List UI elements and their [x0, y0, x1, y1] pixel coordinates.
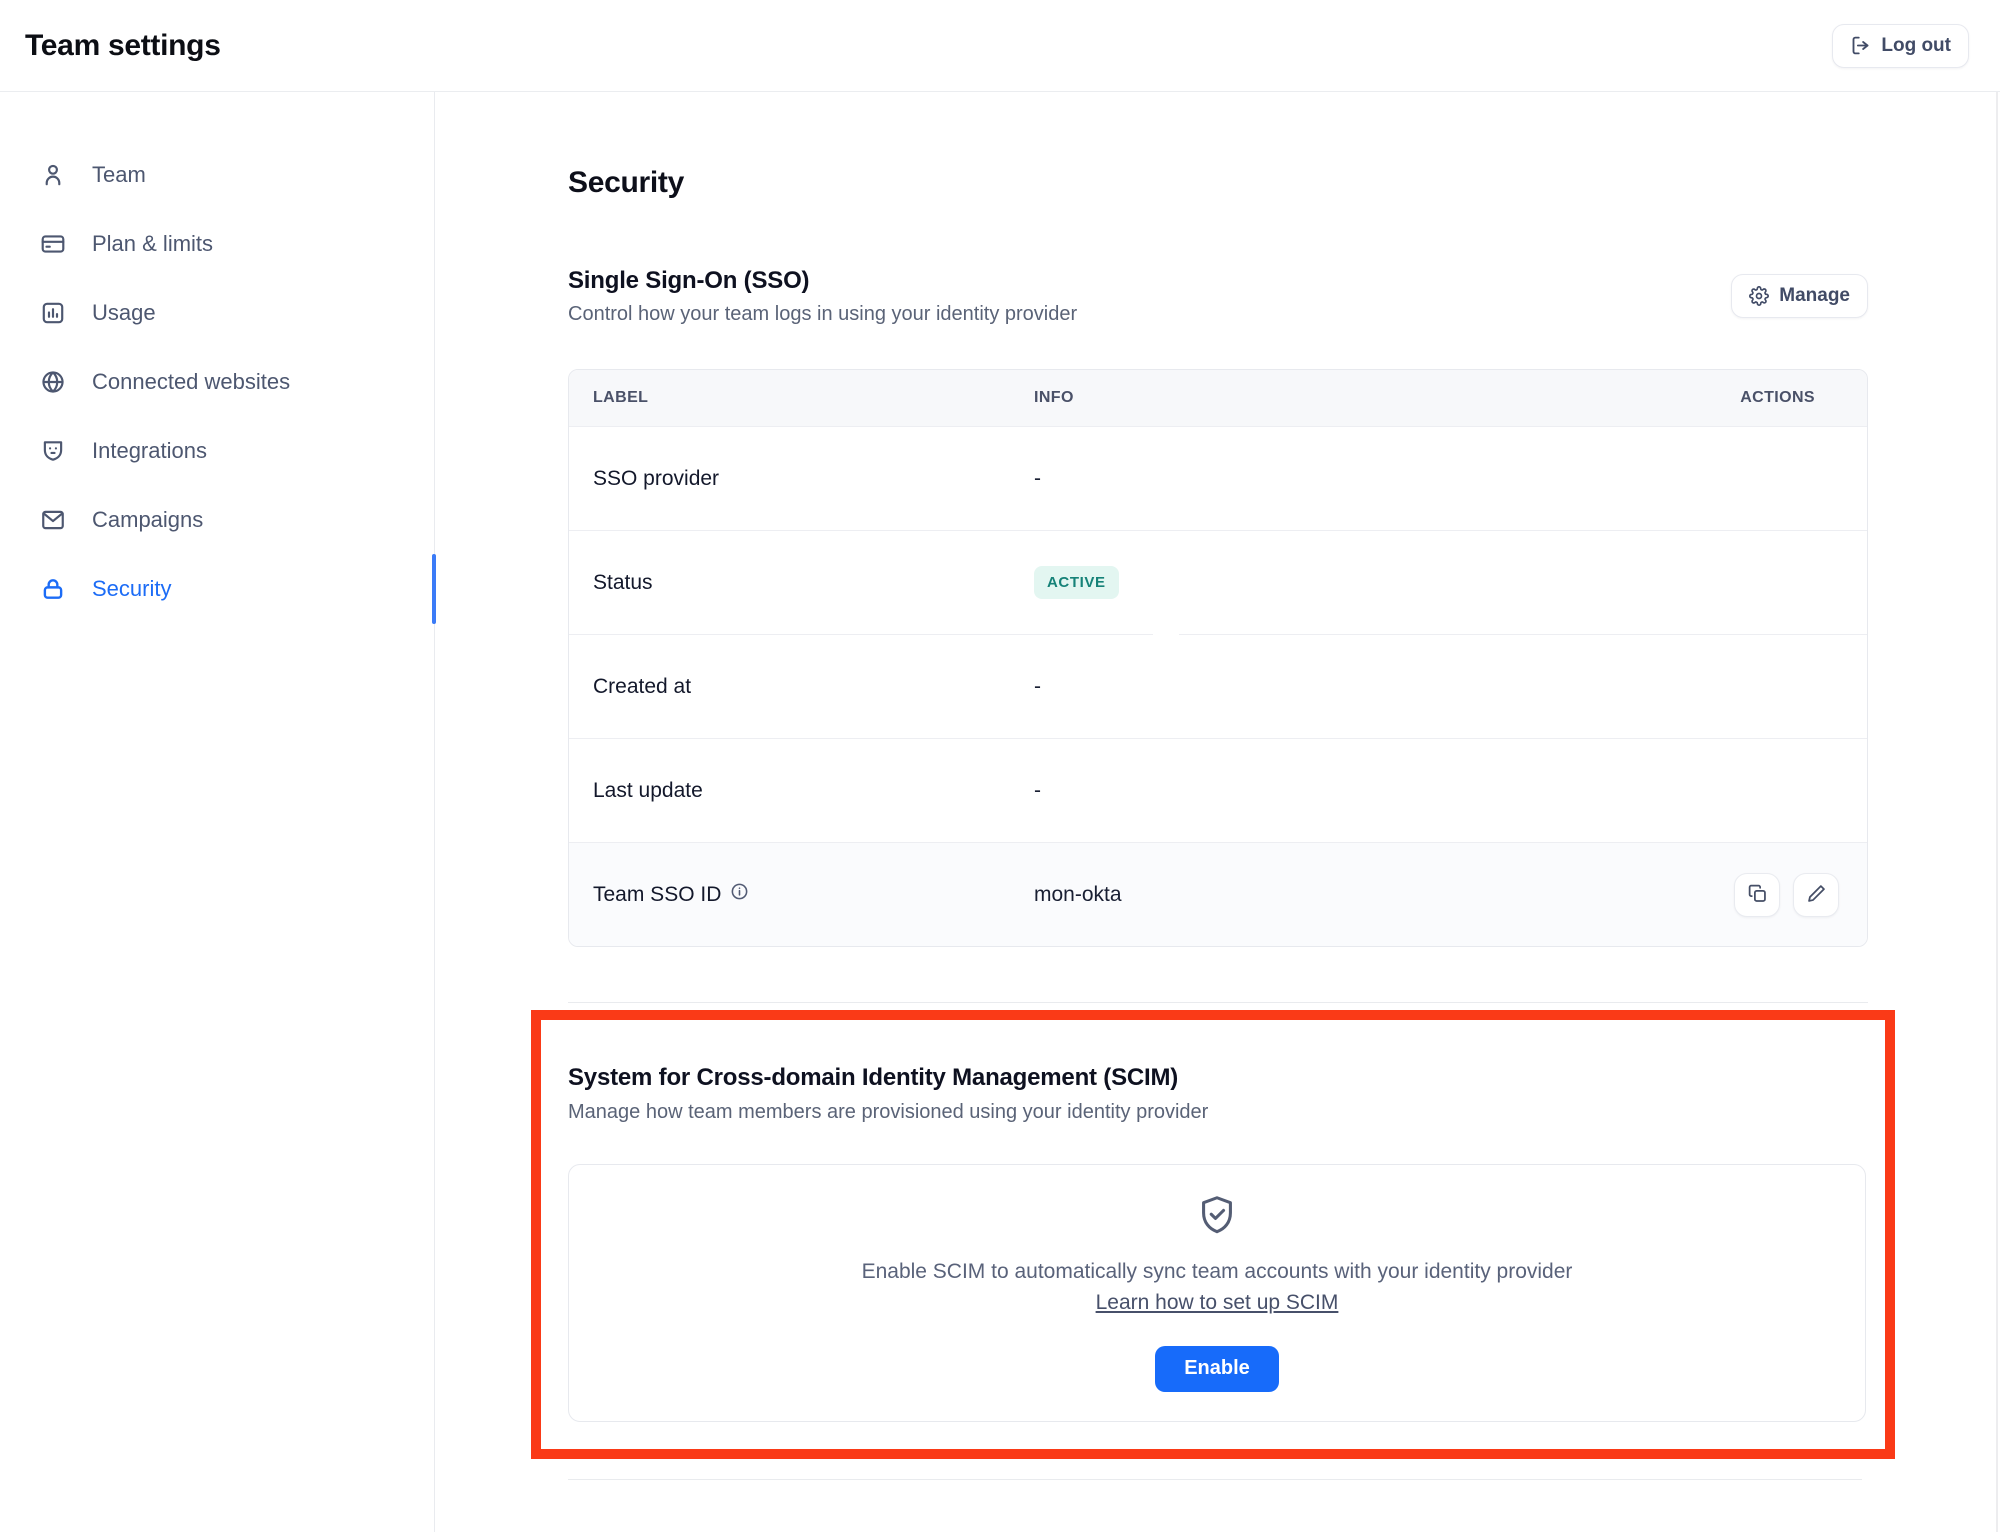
scim-subtitle: Manage how team members are provisioned … — [568, 1101, 1866, 1124]
column-header-actions: ACTIONS — [1643, 389, 1843, 407]
scim-card: Enable SCIM to automatically sync team a… — [568, 1164, 1866, 1422]
table-row-status: Status ACTIVE — [569, 530, 1867, 634]
sidebar-item-label: Team — [92, 162, 146, 188]
mail-icon — [40, 507, 66, 533]
shield-face-icon — [40, 438, 66, 464]
sso-title: Single Sign-On (SSO) — [568, 267, 1077, 295]
sidebar-item-label: Campaigns — [92, 507, 203, 533]
column-header-info: INFO — [1034, 389, 1643, 407]
globe-icon — [40, 369, 66, 395]
security-panel: Security Single Sign-On (SSO) Control ho… — [435, 92, 2000, 1532]
sidebar-item-security[interactable]: Security — [0, 565, 434, 613]
scim-title: System for Cross-domain Identity Managem… — [568, 1064, 1866, 1092]
table-row-last-update: Last update - — [569, 738, 1867, 842]
sidebar-item-integrations[interactable]: Integrations — [0, 427, 434, 475]
sidebar-item-label: Security — [92, 576, 171, 602]
copy-sso-id-button[interactable] — [1734, 873, 1780, 917]
table-row-created-at: Created at - — [569, 634, 1867, 738]
page-edge-line — [1996, 92, 1998, 1532]
bar-chart-icon — [40, 300, 66, 326]
copy-icon — [1747, 883, 1768, 907]
sso-section-head: Single Sign-On (SSO) Control how your te… — [568, 267, 1868, 327]
sidebar-item-team[interactable]: Team — [0, 151, 434, 199]
info-icon[interactable] — [730, 882, 749, 907]
scim-highlight-box: System for Cross-domain Identity Managem… — [531, 1010, 1895, 1459]
gear-icon — [1749, 286, 1769, 306]
lock-icon — [40, 576, 66, 602]
sidebar-item-label: Usage — [92, 300, 156, 326]
bottom-divider — [568, 1479, 1862, 1480]
column-header-label: LABEL — [593, 389, 1034, 407]
credit-card-icon — [40, 231, 66, 257]
sidebar-item-plan-limits[interactable]: Plan & limits — [0, 220, 434, 268]
logout-icon — [1850, 35, 1871, 56]
edit-sso-id-button[interactable] — [1793, 873, 1839, 917]
sidebar-item-label: Connected websites — [92, 369, 290, 395]
logout-label: Log out — [1881, 35, 1951, 57]
page-title: Security — [568, 166, 2000, 201]
pencil-icon — [1806, 883, 1827, 907]
sidebar-item-label: Integrations — [92, 438, 207, 464]
sidebar-item-connected-websites[interactable]: Connected websites — [0, 358, 434, 406]
divider-gap — [1153, 633, 1179, 636]
sidebar-item-campaigns[interactable]: Campaigns — [0, 496, 434, 544]
table-header-row: LABEL INFO ACTIONS — [569, 370, 1867, 426]
manage-sso-button[interactable]: Manage — [1731, 274, 1868, 318]
shield-check-icon — [1194, 1225, 1240, 1242]
scim-description: Enable SCIM to automatically sync team a… — [569, 1260, 1865, 1284]
enable-scim-button[interactable]: Enable — [1155, 1346, 1279, 1392]
table-row-sso-provider: SSO provider - — [569, 426, 1867, 530]
app-title: Team settings — [25, 29, 221, 63]
logout-button[interactable]: Log out — [1832, 24, 1969, 68]
user-icon — [40, 162, 66, 188]
sidebar-item-label: Plan & limits — [92, 231, 213, 257]
sso-subtitle: Control how your team logs in using your… — [568, 303, 1077, 326]
scim-learn-link[interactable]: Learn how to set up SCIM — [1096, 1291, 1339, 1315]
table-row-team-sso-id: Team SSO ID mon-okta — [569, 842, 1867, 946]
sidebar-item-usage[interactable]: Usage — [0, 289, 434, 337]
status-badge: ACTIVE — [1034, 566, 1119, 599]
top-bar: Team settings Log out — [0, 0, 2000, 92]
settings-sidebar: Team Plan & limits Usage — [0, 92, 435, 1532]
sso-table: LABEL INFO ACTIONS SSO provider - Status… — [568, 369, 1868, 947]
section-divider — [568, 1002, 1868, 1003]
manage-label: Manage — [1779, 285, 1850, 307]
